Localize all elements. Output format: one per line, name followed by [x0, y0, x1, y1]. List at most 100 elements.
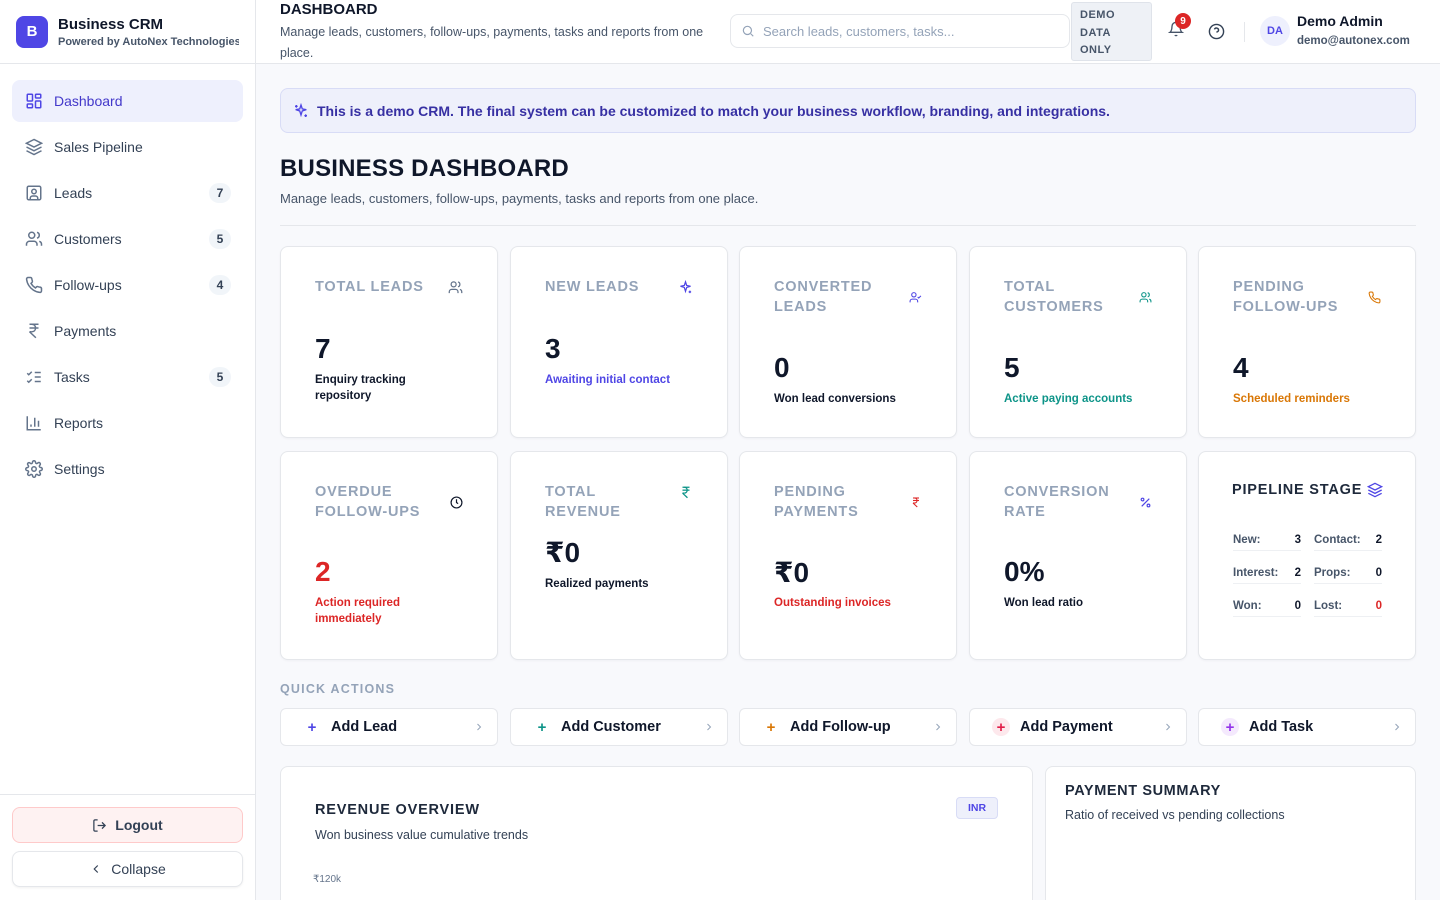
- sidebar-item-label: Reports: [54, 415, 104, 431]
- plus-icon: +: [537, 718, 547, 736]
- help-icon[interactable]: [1208, 23, 1225, 45]
- chevron-right-icon: [932, 721, 944, 733]
- sidebar-item-leads[interactable]: Leads 7: [12, 172, 243, 214]
- phone-icon: [24, 275, 44, 295]
- percent-icon: [1139, 496, 1152, 509]
- plus-icon: +: [766, 718, 776, 736]
- stat-value: 5: [1004, 352, 1020, 383]
- chevron-left-icon: [89, 862, 103, 876]
- stat-card-total-leads[interactable]: Total Leads 7 Enquiry tracking repositor…: [280, 246, 498, 438]
- payment-summary-title: PAYMENT SUMMARY: [1065, 783, 1221, 799]
- stat-card-new-leads[interactable]: New Leads 3 Awaiting initial contact: [510, 246, 728, 438]
- plus-icon: +: [307, 718, 317, 736]
- stat-card-converted-leads[interactable]: Converted Leads 0 Won lead conversions: [739, 246, 957, 438]
- notification-count-badge: 9: [1175, 13, 1191, 29]
- sidebar: B Business CRM Powered by AutoNex Techno…: [0, 0, 256, 900]
- search-box[interactable]: [730, 14, 1070, 48]
- sidebar-item-label: Sales Pipeline: [54, 139, 143, 155]
- stat-value: 2: [315, 556, 331, 587]
- sidebar-item-label: Dashboard: [54, 93, 123, 109]
- stat-card-pending-payments[interactable]: Pending Payments ₹0 Outstanding invoices: [739, 451, 957, 660]
- clock-icon: [450, 496, 463, 509]
- add-customer-button[interactable]: + Add Customer: [510, 708, 728, 746]
- chevron-right-icon: [1162, 721, 1174, 733]
- sidebar-item-reports[interactable]: Reports: [12, 402, 243, 444]
- plus-icon: +: [992, 718, 1010, 736]
- count-badge: 4: [209, 275, 231, 295]
- gear-icon: [24, 459, 44, 479]
- collapse-label: Collapse: [111, 861, 166, 877]
- pipeline-title: PIPELINE STAGE: [1232, 482, 1363, 498]
- header-divider: [1244, 22, 1245, 42]
- stat-value: 0%: [1004, 556, 1045, 587]
- user-check-icon: [909, 291, 922, 304]
- search-input[interactable]: [763, 23, 1043, 39]
- stat-label: New Leads: [545, 279, 640, 295]
- search-icon: [741, 24, 755, 38]
- sidebar-item-dashboard[interactable]: Dashboard: [12, 80, 243, 122]
- avatar[interactable]: DA: [1260, 16, 1290, 46]
- stat-label: Pending Payments: [774, 484, 859, 520]
- stat-card-total-revenue[interactable]: Total Revenue ₹0 Realized payments: [510, 451, 728, 660]
- sidebar-item-follow-ups[interactable]: Follow-ups 4: [12, 264, 243, 306]
- sidebar-nav: Dashboard Sales Pipeline Leads 7 Custome…: [0, 64, 255, 510]
- stat-note: Outstanding invoices: [774, 597, 891, 609]
- stat-card-pending-follow-ups[interactable]: Pending Follow-ups 4 Scheduled reminders: [1198, 246, 1416, 438]
- add-follow-up-button[interactable]: + Add Follow-up: [739, 708, 957, 746]
- collapse-button[interactable]: Collapse: [12, 851, 243, 887]
- sidebar-item-label: Follow-ups: [54, 277, 122, 293]
- stat-value: 7: [315, 333, 331, 364]
- stat-note: Realized payments: [545, 578, 649, 590]
- logout-button[interactable]: Logout: [12, 807, 243, 843]
- stat-note: Enquiry tracking repository: [315, 374, 406, 402]
- count-badge: 5: [209, 367, 231, 387]
- chevron-right-icon: [703, 721, 715, 733]
- logout-label: Logout: [115, 817, 163, 833]
- rupee-icon: [910, 496, 922, 509]
- stat-card-conversion-rate[interactable]: Conversion Rate 0% Won lead ratio: [969, 451, 1187, 660]
- dashboard-icon: [24, 91, 44, 111]
- pipeline-stat-won: Won: 0: [1233, 595, 1301, 617]
- demo-banner: This is a demo CRM. The final system can…: [280, 88, 1416, 133]
- stat-card-total-customers[interactable]: Total Customers 5 Active paying accounts: [969, 246, 1187, 438]
- brand-logo: B: [16, 15, 48, 48]
- payment-summary-panel: PAYMENT SUMMARY Ratio of received vs pen…: [1045, 766, 1416, 900]
- contact-card-icon: [24, 183, 44, 203]
- main-content: This is a demo CRM. The final system can…: [256, 64, 1440, 900]
- chevron-right-icon: [473, 721, 485, 733]
- layers-icon: [1367, 482, 1383, 498]
- bar-chart-icon: [24, 413, 44, 433]
- header-title: DASHBOARD: [280, 1, 378, 18]
- sidebar-item-customers[interactable]: Customers 5: [12, 218, 243, 260]
- sidebar-item-sales-pipeline[interactable]: Sales Pipeline: [12, 126, 243, 168]
- sidebar-item-label: Payments: [54, 323, 117, 339]
- brand-subtitle: Powered by AutoNex Technologies: [58, 35, 239, 48]
- add-task-button[interactable]: + Add Task: [1198, 708, 1416, 746]
- stat-label: Total Leads: [315, 279, 424, 295]
- chevron-right-icon: [1391, 721, 1403, 733]
- stat-label: Overdue Follow-ups: [315, 484, 421, 520]
- add-lead-button[interactable]: + Add Lead: [280, 708, 498, 746]
- stat-label: Total Customers: [1004, 279, 1104, 315]
- stat-note: Awaiting initial contact: [545, 374, 671, 386]
- brand-title: Business CRM: [58, 15, 164, 33]
- sidebar-item-settings[interactable]: Settings: [12, 448, 243, 490]
- page-title: BUSINESS DASHBOARD: [280, 155, 569, 182]
- stat-note: Action required immediately: [315, 597, 400, 625]
- revenue-subtitle: Won business value cumulative trends: [315, 828, 529, 842]
- add-payment-button[interactable]: + Add Payment: [969, 708, 1187, 746]
- count-badge: 5: [209, 229, 231, 249]
- users-icon: [448, 280, 463, 295]
- revenue-title: REVENUE OVERVIEW: [315, 802, 480, 818]
- pipeline-stat-interest: Interest: 2: [1233, 562, 1301, 584]
- user-email: demo@autonex.com: [1297, 35, 1410, 47]
- top-bar: DASHBOARD Manage leads, customers, follo…: [256, 0, 1440, 64]
- pipeline-stage-card[interactable]: PIPELINE STAGE New: 3 Contact: 2 Interest:…: [1198, 451, 1416, 660]
- sidebar-item-tasks[interactable]: Tasks 5: [12, 356, 243, 398]
- stat-note: Won lead conversions: [774, 393, 896, 405]
- sidebar-item-payments[interactable]: Payments: [12, 310, 243, 352]
- stat-card-overdue-follow-ups[interactable]: Overdue Follow-ups 2 Action required imm…: [280, 451, 498, 660]
- banner-text: This is a demo CRM. The final system can…: [317, 102, 1110, 119]
- phone-icon: [1368, 291, 1381, 304]
- demo-data-tag: DEMO DATA ONLY: [1071, 2, 1152, 61]
